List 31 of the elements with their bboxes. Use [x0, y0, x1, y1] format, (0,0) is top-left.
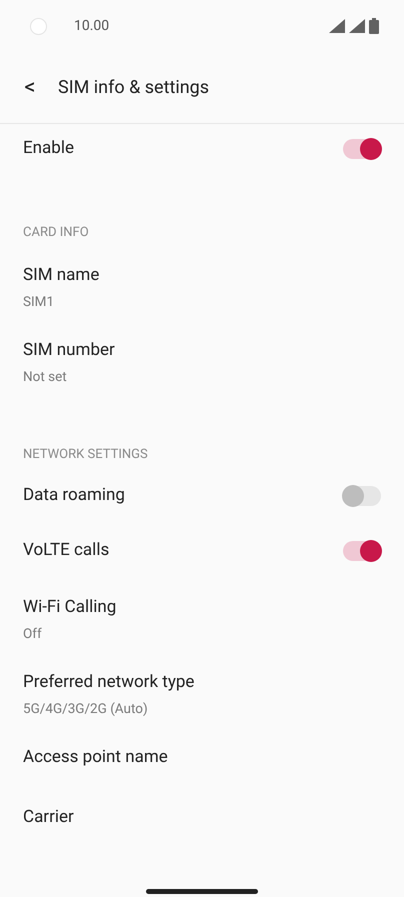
- setting-label: Preferred network type: [23, 671, 196, 693]
- setting-item[interactable]: Access point name: [0, 728, 404, 788]
- signal-icon: [329, 19, 345, 33]
- setting-value: Off: [23, 625, 43, 643]
- setting-item[interactable]: SIM name SIM1: [0, 246, 404, 321]
- setting-label: Data roaming: [23, 484, 125, 507]
- status-time: 10.00: [74, 16, 110, 36]
- setting-label: Enable: [23, 137, 74, 160]
- setting-label: Access point name: [23, 746, 168, 770]
- setting-label: VoLTE calls: [23, 538, 110, 562]
- toggle-switch[interactable]: [343, 540, 381, 560]
- setting-label: SIM number: [23, 339, 116, 361]
- setting-label: Wi-Fi Calling: [23, 596, 118, 618]
- setting-value: 5G/4G/3G/2G (Auto): [23, 700, 149, 718]
- section-header: NETWORK SETTINGS: [23, 447, 148, 463]
- battery-icon: [369, 18, 379, 34]
- setting-item[interactable]: Carrier: [0, 788, 404, 848]
- setting-item[interactable]: SIM number Not set: [0, 321, 404, 396]
- setting-label: Carrier: [23, 806, 74, 830]
- toggle-switch[interactable]: [343, 486, 381, 506]
- setting-value: Not set: [23, 368, 68, 386]
- toggle-switch[interactable]: [343, 139, 381, 159]
- signal-icon: [349, 19, 365, 33]
- back-button[interactable]: <: [22, 76, 38, 98]
- section-header: CARD INFO: [23, 225, 89, 241]
- page-title: SIM info & settings: [58, 76, 210, 100]
- setting-item[interactable]: Preferred network type 5G/4G/3G/2G (Auto): [0, 653, 404, 728]
- setting-value: SIM1: [23, 293, 56, 311]
- setting-item[interactable]: Wi-Fi Calling Off: [0, 578, 404, 653]
- setting-label: SIM name: [23, 264, 100, 286]
- camera-cutout-icon: [30, 18, 47, 34]
